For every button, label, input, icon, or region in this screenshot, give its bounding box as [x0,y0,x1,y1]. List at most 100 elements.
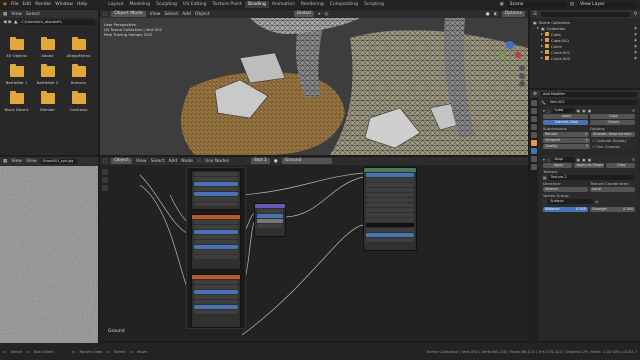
eye-icon[interactable]: ◉ [634,56,637,60]
node-principled[interactable] [191,170,241,210]
node-socket[interactable] [194,280,238,284]
node-socket[interactable] [194,225,238,229]
slot-selector[interactable]: Slot 1 [250,158,270,164]
image-menu-view[interactable]: View [11,159,22,164]
node-socket[interactable] [194,197,238,201]
catmull-clark-button[interactable]: Catmull-Clark [543,119,588,125]
node-socket[interactable] [194,230,238,234]
node-socket[interactable] [257,219,283,223]
file-menu-select[interactable]: Select [26,12,40,17]
expand-icon[interactable] [541,51,543,53]
tool-tab-icon[interactable] [531,100,537,106]
node-header[interactable] [364,168,416,172]
editor-type-icon[interactable]: ⬚ [103,159,107,164]
node-socket[interactable] [366,173,414,177]
copy-button[interactable]: Copy [605,162,635,168]
mode-selector[interactable]: Object Mode [111,11,146,17]
node-socket[interactable] [257,214,283,218]
proportional-icon[interactable]: ◎ [324,12,328,17]
folder-item[interactable]: Brokens [65,64,92,85]
use-nodes-checkbox-icon[interactable]: ☑ [197,159,201,164]
output-tab-icon[interactable] [531,116,537,122]
viewport-menu-select[interactable]: Select [164,12,178,17]
apply-button[interactable]: Apply [543,162,573,168]
folder-item[interactable]: Adobe [34,37,61,58]
zoom-icon[interactable] [519,65,525,71]
node-socket[interactable] [366,233,414,237]
path-field[interactable]: C:\Users\hm_aksumeh\ [19,20,95,25]
tab-texture-paint[interactable]: Texture Paint [210,1,245,8]
tweak-tool-icon[interactable] [102,169,108,175]
modifier-name-field[interactable]: Subd [552,107,575,113]
node-socket[interactable] [194,250,238,254]
node-socket[interactable] [194,295,238,299]
expand-icon[interactable] [537,27,539,29]
tab-shading[interactable]: Shading [244,1,269,8]
node-socket[interactable] [366,198,414,202]
node-menu-node[interactable]: Node [181,159,193,164]
modifier-name-field[interactable]: Displ [552,156,575,162]
copy-button[interactable]: Copy [590,113,635,119]
texture-field[interactable]: Texture.2 [548,174,635,180]
menu-file[interactable]: File [11,2,19,7]
folder-item[interactable]: Black Desert [3,91,30,112]
options-button[interactable]: Options [501,11,525,17]
node-header[interactable] [255,204,285,208]
viewport-toggle-icon[interactable]: ▣ [582,157,586,162]
invert-icon[interactable]: ⇄ [595,199,598,204]
node-tex-2[interactable] [191,274,241,328]
parent-dir-icon[interactable]: ▲ [14,20,17,25]
node-socket[interactable] [194,192,238,196]
render-toggle-icon[interactable]: ▣ [588,157,592,162]
node-socket[interactable] [194,187,238,191]
coords-select[interactable]: Local [590,186,635,192]
modifier-tab-icon[interactable] [531,148,537,154]
collapse-icon[interactable]: ▾ [543,157,545,162]
folder-item[interactable]: BattleNet 1 [3,64,30,85]
node-socket[interactable] [257,224,283,228]
node-editor[interactable]: ⬚ Object View Select Add Node ☑ Use Node… [100,157,528,341]
editor-type-icon[interactable]: ⬚ [103,12,107,17]
node-socket[interactable] [194,245,238,249]
world-tab-icon[interactable] [531,132,537,138]
expand-icon[interactable] [541,57,543,59]
collapse-icon[interactable]: ▾ [543,108,545,113]
node-socket[interactable] [194,255,238,259]
quality-field[interactable]: Quality 3 [543,143,590,149]
node-socket[interactable] [194,220,238,224]
material-selector[interactable]: Ground [281,158,332,164]
select-box-icon[interactable] [102,177,108,183]
node-socket[interactable] [194,182,238,186]
close-icon[interactable]: ✕ [632,157,635,162]
viewport-toggle-icon[interactable]: ▣ [582,108,586,113]
node-socket[interactable] [194,235,238,239]
node-socket[interactable] [366,183,414,187]
annotate-icon[interactable] [102,185,108,191]
optimal-display-toggle[interactable]: ☑ Optimal Display [592,138,635,143]
folder-item[interactable]: Blender [34,91,61,112]
eye-icon[interactable]: ◉ [634,50,637,54]
node-socket[interactable] [366,208,414,212]
node-socket[interactable] [194,300,238,304]
node-socket[interactable] [366,238,414,242]
apply-button[interactable]: Apply [543,113,588,119]
eye-icon[interactable]: ◉ [634,44,637,48]
outliner-search[interactable] [541,11,630,17]
node-socket[interactable] [366,178,414,182]
node-socket[interactable] [194,285,238,289]
shading-rendered-icon[interactable]: ◐ [494,12,498,17]
viewport-levels-field[interactable]: Viewport 1 [543,137,590,143]
node-socket[interactable] [366,193,414,197]
folder-item[interactable]: 3D Objects [3,37,30,58]
viewport-menu-add[interactable]: Add [182,12,191,17]
node-socket[interactable] [194,305,238,309]
tab-animation[interactable]: Animation [269,1,298,8]
node-socket[interactable] [366,228,414,232]
menu-edit[interactable]: Edit [22,2,31,7]
object-name-field[interactable]: Vert.002 [547,99,637,105]
physics-tab-icon[interactable] [531,156,537,162]
node-menu-add[interactable]: Add [169,159,178,164]
outliner-item[interactable]: Circle.002 ◉ [533,55,637,61]
node-socket[interactable] [257,209,283,213]
editor-type-icon[interactable]: ▦ [3,12,7,17]
